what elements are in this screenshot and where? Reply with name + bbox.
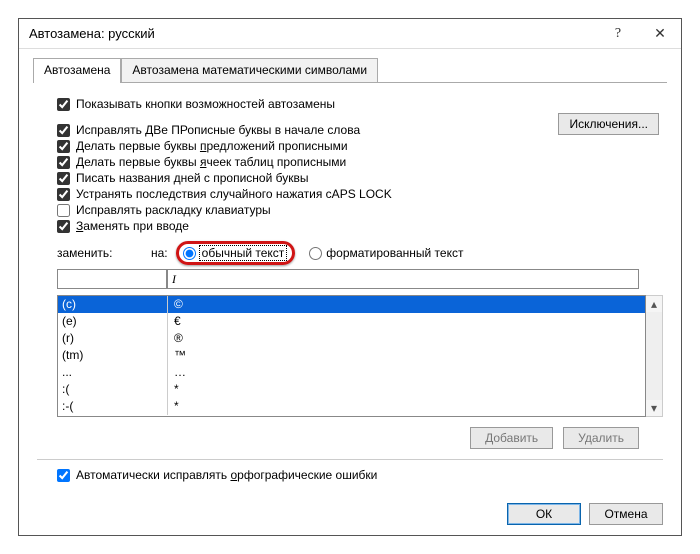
format-radio-group: обычный текст форматированный текст [176, 241, 464, 265]
check-cell-caps-row: Делать первые буквы ячеек таблиц прописн… [57, 155, 663, 169]
check-auto-spell[interactable] [57, 469, 70, 482]
radio-formatted-item: форматированный текст [309, 246, 463, 260]
dialog-window: Автозамена: русский ? ✕ Автозамена Автоз… [18, 18, 682, 536]
check-keyboard-layout-label: Исправлять раскладку клавиатуры [76, 203, 271, 217]
list-buttons-row: Добавить Удалить [37, 427, 639, 449]
check-two-caps[interactable] [57, 124, 70, 137]
check-keyboard-layout-row: Исправлять раскладку клавиатуры [57, 203, 663, 217]
dialog-content: Автозамена Автозамена математическими си… [19, 49, 681, 492]
ok-button[interactable]: ОК [507, 503, 581, 525]
check-day-caps-label: Писать названия дней с прописной буквы [76, 171, 308, 185]
list-item-from: (e) [58, 313, 168, 330]
check-replace-as-type-label: Заменять при вводе [76, 219, 189, 233]
check-caps-lock-label: Устранять последствия случайного нажатия… [76, 187, 392, 201]
highlight-ring: обычный текст [176, 241, 296, 265]
radio-formatted-text[interactable] [309, 247, 322, 260]
check-auto-spell-label: Автоматически исправлять орфографические… [76, 468, 377, 482]
listbox-scrollbar[interactable]: ▴ ▾ [646, 295, 663, 417]
check-cell-caps-label: Делать первые буквы ячеек таблиц прописн… [76, 155, 346, 169]
list-item-to: … [168, 364, 645, 381]
check-show-buttons-row: Показывать кнопки возможностей автозамен… [57, 97, 663, 111]
replace-label: заменить: [57, 246, 143, 260]
check-sentence-caps-label: Делать первые буквы предложений прописны… [76, 139, 348, 153]
tab-strip: Автозамена Автозамена математическими си… [33, 57, 667, 83]
with-input[interactable] [167, 269, 639, 289]
check-caps-lock[interactable] [57, 188, 70, 201]
replacements-listbox[interactable]: (c)©(e)€(r)®(tm)™...…:(*:-(* [57, 295, 646, 417]
check-replace-as-type-row: Заменять при вводе [57, 219, 663, 233]
replace-input[interactable] [57, 269, 167, 289]
list-item-to: ™ [168, 347, 645, 364]
check-caps-lock-row: Устранять последствия случайного нажатия… [57, 187, 663, 201]
scroll-down-icon[interactable]: ▾ [646, 400, 662, 416]
list-item-from: (tm) [58, 347, 168, 364]
list-item-to: * [168, 398, 645, 415]
dialog-title: Автозамена: русский [29, 26, 597, 41]
list-item-to: ® [168, 330, 645, 347]
close-button[interactable]: ✕ [639, 19, 681, 49]
exceptions-button[interactable]: Исключения... [558, 113, 659, 135]
check-keyboard-layout[interactable] [57, 204, 70, 217]
radio-formatted-text-label: форматированный текст [326, 246, 463, 260]
list-item-from: ... [58, 364, 168, 381]
list-item[interactable]: :-(* [58, 398, 645, 415]
check-show-buttons-label: Показывать кнопки возможностей автозамен… [76, 97, 335, 111]
list-item[interactable]: (e)€ [58, 313, 645, 330]
list-item[interactable]: (r)® [58, 330, 645, 347]
list-item-to: © [168, 296, 645, 313]
radio-plain-text-label: обычный текст [200, 246, 287, 260]
check-show-buttons[interactable] [57, 98, 70, 111]
dialog-footer: ОК Отмена [507, 503, 663, 525]
list-item[interactable]: :(* [58, 381, 645, 398]
scroll-up-icon[interactable]: ▴ [646, 296, 662, 312]
check-sentence-caps-row: Делать первые буквы предложений прописны… [57, 139, 663, 153]
radio-plain-text[interactable] [183, 247, 196, 260]
list-item[interactable]: (c)© [58, 296, 645, 313]
check-two-caps-label: Исправлять ДВе ПРописные буквы в начале … [76, 123, 360, 137]
check-day-caps-row: Писать названия дней с прописной буквы [57, 171, 663, 185]
delete-button[interactable]: Удалить [563, 427, 639, 449]
list-item-to: € [168, 313, 645, 330]
autocorrect-panel: Показывать кнопки возможностей автозамен… [33, 89, 667, 482]
check-cell-caps[interactable] [57, 156, 70, 169]
list-item-from: (c) [58, 296, 168, 313]
tab-autocorrect[interactable]: Автозамена [33, 58, 121, 83]
list-item[interactable]: ...… [58, 364, 645, 381]
replace-header-row: заменить: на: обычный текст форматирован… [57, 241, 663, 265]
check-day-caps[interactable] [57, 172, 70, 185]
list-item[interactable]: (tm)™ [58, 347, 645, 364]
divider [37, 459, 663, 460]
tab-math-autocorrect[interactable]: Автозамена математическими символами [121, 58, 378, 83]
replace-input-row [57, 269, 663, 289]
list-item-to: * [168, 381, 645, 398]
check-replace-as-type[interactable] [57, 220, 70, 233]
check-sentence-caps[interactable] [57, 140, 70, 153]
replacements-listbox-wrap: (c)©(e)€(r)®(tm)™...…:(*:-(* ▴ ▾ [57, 295, 663, 417]
list-item-from: :-( [58, 398, 168, 415]
list-item-from: (r) [58, 330, 168, 347]
list-item-from: :( [58, 381, 168, 398]
add-button[interactable]: Добавить [470, 427, 553, 449]
check-auto-spell-row: Автоматически исправлять орфографические… [57, 468, 663, 482]
titlebar: Автозамена: русский ? ✕ [19, 19, 681, 49]
cancel-button[interactable]: Отмена [589, 503, 663, 525]
with-label: на: [151, 246, 168, 260]
help-button[interactable]: ? [597, 19, 639, 49]
